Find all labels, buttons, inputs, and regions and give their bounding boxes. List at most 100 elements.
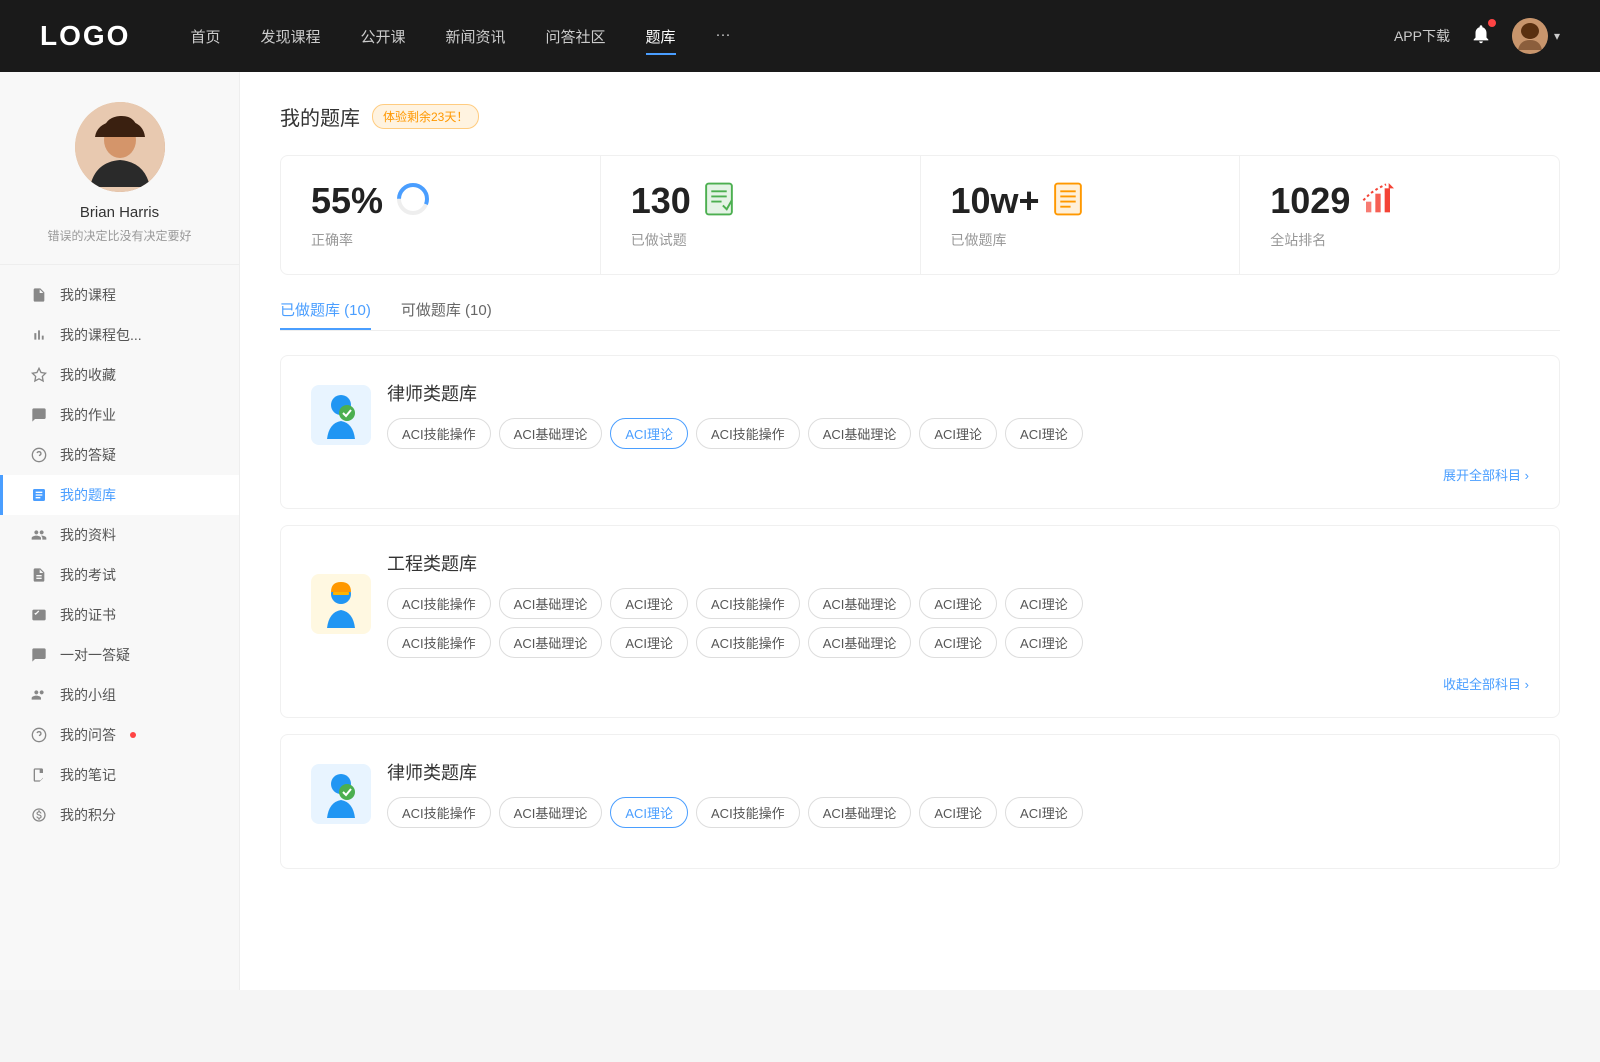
lawyer-icon-2 bbox=[311, 764, 371, 824]
sidebar-label: 我的作业 bbox=[60, 405, 116, 425]
sidebar-label: 我的积分 bbox=[60, 805, 116, 825]
main-nav: 首页 发现课程 公开课 新闻资讯 问答社区 题库 ··· bbox=[190, 22, 1394, 51]
nav-open-course[interactable]: 公开课 bbox=[360, 22, 405, 51]
tag[interactable]: ACI理论 bbox=[610, 588, 688, 619]
lawyer-icon bbox=[311, 385, 371, 445]
sidebar-item-question-bank[interactable]: 我的题库 bbox=[0, 475, 239, 515]
tag[interactable]: ACI技能操作 bbox=[387, 627, 491, 658]
bank-tags-2-row2: ACI技能操作 ACI基础理论 ACI理论 ACI技能操作 ACI基础理论 AC… bbox=[387, 627, 1529, 658]
sidebar-item-qa[interactable]: 我的答疑 bbox=[0, 435, 239, 475]
nav-home[interactable]: 首页 bbox=[190, 22, 220, 51]
donut-chart-icon bbox=[395, 181, 431, 222]
sidebar-label: 我的问答 bbox=[60, 725, 116, 745]
sidebar-label: 我的笔记 bbox=[60, 765, 116, 785]
sidebar-item-tutoring[interactable]: 一对一答疑 bbox=[0, 635, 239, 675]
tag[interactable]: ACI基础理论 bbox=[808, 418, 912, 449]
sidebar-item-questions[interactable]: 我的问答 bbox=[0, 715, 239, 755]
tag[interactable]: ACI基础理论 bbox=[499, 627, 603, 658]
tag[interactable]: ACI理论 bbox=[1005, 627, 1083, 658]
nav-qa[interactable]: 问答社区 bbox=[546, 22, 606, 51]
profile-icon bbox=[30, 526, 48, 544]
tag-active[interactable]: ACI理论 bbox=[610, 797, 688, 828]
tab-available[interactable]: 可做题库 (10) bbox=[401, 299, 492, 330]
engineer-icon bbox=[311, 574, 371, 634]
header: LOGO 首页 发现课程 公开课 新闻资讯 问答社区 题库 ··· APP下载 bbox=[0, 0, 1600, 72]
notes-icon bbox=[30, 766, 48, 784]
sidebar-item-points[interactable]: 我的积分 bbox=[0, 795, 239, 835]
expand-button-1[interactable]: 展开全部科目 › bbox=[311, 465, 1529, 484]
tag[interactable]: ACI技能操作 bbox=[387, 418, 491, 449]
tag[interactable]: ACI技能操作 bbox=[696, 418, 800, 449]
notification-bell[interactable] bbox=[1470, 23, 1492, 50]
tag[interactable]: ACI理论 bbox=[919, 627, 997, 658]
sidebar-item-course-package[interactable]: 我的课程包... bbox=[0, 315, 239, 355]
sidebar-item-certificate[interactable]: 我的证书 bbox=[0, 595, 239, 635]
tag[interactable]: ACI理论 bbox=[919, 418, 997, 449]
bank-card-lawyer-1: 律师类题库 ACI技能操作 ACI基础理论 ACI理论 ACI技能操作 ACI基… bbox=[280, 355, 1560, 509]
stat-value-banks: 10w+ bbox=[951, 180, 1040, 222]
sidebar-label: 我的资料 bbox=[60, 525, 116, 545]
tag[interactable]: ACI基础理论 bbox=[808, 627, 912, 658]
tag[interactable]: ACI基础理论 bbox=[808, 588, 912, 619]
logo: LOGO bbox=[40, 20, 130, 52]
tag[interactable]: ACI理论 bbox=[919, 797, 997, 828]
tutoring-icon bbox=[30, 646, 48, 664]
tag[interactable]: ACI基础理论 bbox=[499, 797, 603, 828]
stat-value-ranking: 1029 bbox=[1270, 180, 1350, 222]
bank-card-header: 律师类题库 ACI技能操作 ACI基础理论 ACI理论 ACI技能操作 ACI基… bbox=[311, 380, 1529, 449]
sidebar-item-notes[interactable]: 我的笔记 bbox=[0, 755, 239, 795]
sidebar-item-exam[interactable]: 我的考试 bbox=[0, 555, 239, 595]
tag[interactable]: ACI技能操作 bbox=[696, 797, 800, 828]
bank-card-engineer: 工程类题库 ACI技能操作 ACI基础理论 ACI理论 ACI技能操作 ACI基… bbox=[280, 525, 1560, 718]
bank-card-header-3: 律师类题库 ACI技能操作 ACI基础理论 ACI理论 ACI技能操作 ACI基… bbox=[311, 759, 1529, 828]
sidebar-item-homework[interactable]: 我的作业 bbox=[0, 395, 239, 435]
nav-bank[interactable]: 题库 bbox=[646, 22, 676, 51]
user-avatar[interactable]: ▾ bbox=[1512, 18, 1560, 54]
tab-done[interactable]: 已做题库 (10) bbox=[280, 299, 371, 330]
sidebar-label: 我的收藏 bbox=[60, 365, 116, 385]
sidebar-item-courses[interactable]: 我的课程 bbox=[0, 275, 239, 315]
tag-active[interactable]: ACI理论 bbox=[610, 418, 688, 449]
bank-title-2: 工程类题库 bbox=[387, 550, 1529, 576]
nav-more[interactable]: ··· bbox=[716, 22, 731, 51]
tag[interactable]: ACI理论 bbox=[1005, 418, 1083, 449]
sidebar-label: 我的答疑 bbox=[60, 445, 116, 465]
tag[interactable]: ACI技能操作 bbox=[696, 588, 800, 619]
nav-discover[interactable]: 发现课程 bbox=[260, 22, 320, 51]
tag[interactable]: ACI技能操作 bbox=[387, 797, 491, 828]
sidebar-label: 我的课程包... bbox=[60, 325, 142, 345]
sidebar: Brian Harris 错误的决定比没有决定要好 我的课程 我的课程包... bbox=[0, 72, 240, 990]
tag[interactable]: ACI基础理论 bbox=[499, 418, 603, 449]
bar-chart-icon bbox=[1362, 183, 1394, 220]
app-download-button[interactable]: APP下载 bbox=[1394, 26, 1450, 46]
bank-tags-3: ACI技能操作 ACI基础理论 ACI理论 ACI技能操作 ACI基础理论 AC… bbox=[387, 797, 1529, 828]
tag[interactable]: ACI理论 bbox=[919, 588, 997, 619]
collapse-button-2[interactable]: 收起全部科目 › bbox=[311, 674, 1529, 693]
sidebar-item-group[interactable]: 我的小组 bbox=[0, 675, 239, 715]
nav-news[interactable]: 新闻资讯 bbox=[446, 22, 506, 51]
courses-icon bbox=[30, 286, 48, 304]
tag[interactable]: ACI理论 bbox=[1005, 588, 1083, 619]
stat-value-done: 130 bbox=[631, 180, 691, 222]
tag[interactable]: ACI技能操作 bbox=[696, 627, 800, 658]
stats-row: 55% 正确率 130 bbox=[280, 155, 1560, 275]
stat-done-questions: 130 已做试题 bbox=[601, 156, 921, 274]
questions-icon bbox=[30, 726, 48, 744]
sidebar-label: 我的小组 bbox=[60, 685, 116, 705]
unread-dot bbox=[130, 732, 136, 738]
tag[interactable]: ACI基础理论 bbox=[808, 797, 912, 828]
group-icon bbox=[30, 686, 48, 704]
stat-label-accuracy: 正确率 bbox=[311, 230, 570, 250]
trial-badge: 体验剩余23天！ bbox=[372, 104, 479, 129]
tag[interactable]: ACI理论 bbox=[610, 627, 688, 658]
sidebar-menu: 我的课程 我的课程包... 我的收藏 我的作业 bbox=[0, 275, 239, 855]
sidebar-item-profile[interactable]: 我的资料 bbox=[0, 515, 239, 555]
chevron-down-icon: ▾ bbox=[1554, 29, 1560, 43]
sidebar-label: 我的证书 bbox=[60, 605, 116, 625]
main-wrapper: Brian Harris 错误的决定比没有决定要好 我的课程 我的课程包... bbox=[0, 72, 1600, 990]
sidebar-item-favorites[interactable]: 我的收藏 bbox=[0, 355, 239, 395]
tag[interactable]: ACI理论 bbox=[1005, 797, 1083, 828]
tag[interactable]: ACI基础理论 bbox=[499, 588, 603, 619]
tag[interactable]: ACI技能操作 bbox=[387, 588, 491, 619]
page-title: 我的题库 bbox=[280, 102, 360, 131]
